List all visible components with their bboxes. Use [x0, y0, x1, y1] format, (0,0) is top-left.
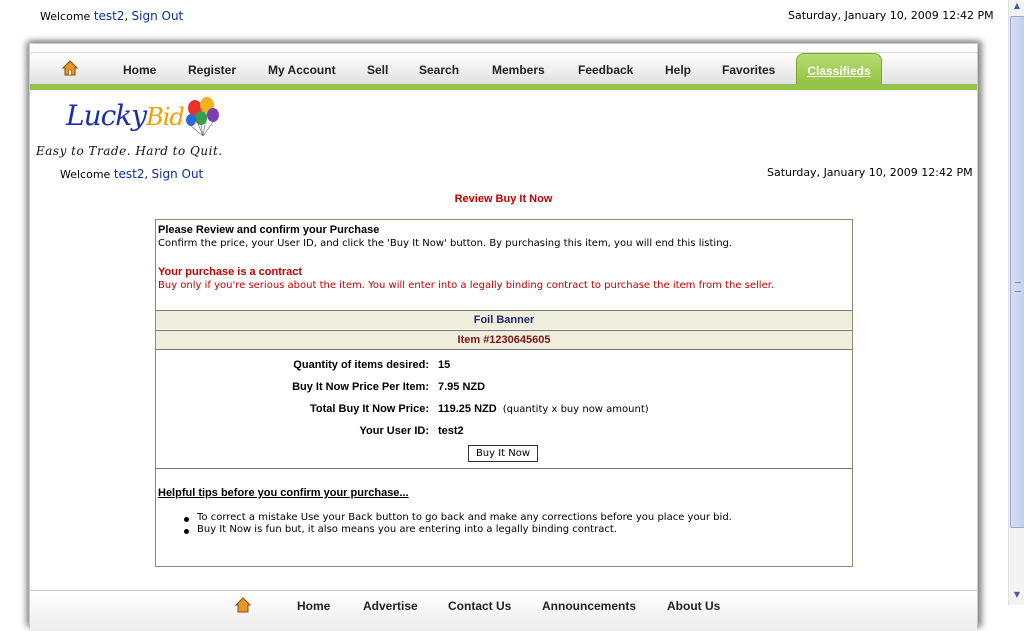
- scroll-up-icon[interactable]: ▲: [1010, 1, 1024, 15]
- tab-classifieds[interactable]: Classifieds: [796, 53, 882, 86]
- inner-username-link[interactable]: test2: [114, 167, 145, 181]
- quantity-value: 15: [438, 359, 451, 371]
- footer-home-icon[interactable]: [235, 597, 251, 613]
- total-label: Total Buy It Now Price:: [310, 403, 429, 415]
- contract-heading: Your purchase is a contract: [158, 266, 303, 278]
- nav-home[interactable]: Home: [123, 63, 156, 77]
- separator: ,: [124, 10, 129, 23]
- contract-warning: Buy only if you're serious about the ite…: [158, 280, 775, 291]
- nav-accent-bar: [30, 84, 977, 90]
- logo-word-bid: Bid: [146, 103, 185, 131]
- tagline: Easy to Trade. Hard to Quit.: [36, 144, 223, 158]
- page-frame: Home Register My Account Sell Search Mem…: [30, 44, 977, 631]
- nav-sell[interactable]: Sell: [367, 63, 388, 77]
- userid-value: test2: [438, 425, 464, 437]
- section-divider: [156, 468, 852, 469]
- userid-label: Your User ID:: [359, 425, 429, 437]
- scroll-thumb[interactable]: [1010, 16, 1024, 528]
- tab-classifieds-label: Classifieds: [807, 64, 871, 78]
- confirm-heading: Please Review and confirm your Purchase: [158, 224, 380, 236]
- inner-sign-out-link[interactable]: Sign Out: [152, 167, 204, 181]
- total-note: (quantity x buy now amount): [502, 404, 649, 415]
- total-value: 119.25 NZD: [438, 403, 497, 415]
- inner-separator: ,: [144, 168, 149, 181]
- nav-favorites[interactable]: Favorites: [722, 63, 775, 77]
- nav-search[interactable]: Search: [419, 63, 459, 77]
- vertical-scrollbar[interactable]: ▲ ▼: [1008, 0, 1024, 605]
- price-value: 7.95 NZD: [438, 381, 486, 393]
- item-title: Foil Banner: [156, 310, 852, 329]
- logo-word-lucky: Lucky: [66, 99, 147, 132]
- buy-it-now-button[interactable]: Buy It Now: [468, 445, 538, 462]
- home-icon[interactable]: [62, 60, 78, 76]
- nav-members[interactable]: Members: [492, 63, 545, 77]
- footer-about-us[interactable]: About Us: [667, 599, 720, 613]
- footer-nav: Home Advertise Contact Us Announcements …: [30, 590, 977, 631]
- scroll-down-icon[interactable]: ▼: [1010, 590, 1024, 604]
- top-bar: Welcome test2, Sign Out Saturday, Januar…: [0, 0, 1008, 32]
- balloons-icon: [186, 97, 219, 137]
- tips-heading: Helpful tips before you confirm your pur…: [158, 487, 409, 499]
- main-nav: Home Register My Account Sell Search Mem…: [30, 52, 977, 86]
- page-title: Review Buy It Now: [454, 193, 553, 205]
- site-logo[interactable]: LuckyBid: [66, 99, 185, 132]
- datetime: Saturday, January 10, 2009 12:42 PM: [788, 9, 994, 22]
- nav-feedback[interactable]: Feedback: [578, 63, 633, 77]
- nav-help[interactable]: Help: [665, 63, 691, 77]
- grip-icon: [1015, 282, 1021, 292]
- nav-my-account[interactable]: My Account: [268, 63, 336, 77]
- bullet-icon: [184, 517, 189, 522]
- total-price: 119.25 NZD (quantity x buy now amount): [438, 403, 649, 415]
- inner-welcome-prefix: Welcome: [60, 168, 111, 181]
- inner-welcome-message: Welcome test2, Sign Out: [60, 167, 203, 181]
- inner-datetime: Saturday, January 10, 2009 12:42 PM: [767, 166, 973, 179]
- welcome-message: Welcome test2, Sign Out: [40, 9, 183, 23]
- review-panel: Please Review and confirm your Purchase …: [155, 219, 853, 567]
- footer-contact-us[interactable]: Contact Us: [448, 599, 511, 613]
- item-number: Item #1230645605: [156, 330, 852, 350]
- footer-home[interactable]: Home: [297, 599, 330, 613]
- tip-item: To correct a mistake Use your Back butto…: [197, 512, 732, 523]
- welcome-prefix: Welcome: [40, 10, 91, 23]
- quantity-label: Quantity of items desired:: [293, 359, 429, 371]
- username-link[interactable]: test2: [94, 9, 125, 23]
- sign-out-link[interactable]: Sign Out: [132, 9, 184, 23]
- price-label: Buy It Now Price Per Item:: [292, 381, 429, 393]
- bullet-icon: [184, 529, 189, 534]
- nav-register[interactable]: Register: [188, 63, 236, 77]
- tip-item: Buy It Now is fun but, it also means you…: [197, 524, 617, 535]
- footer-announcements[interactable]: Announcements: [542, 599, 636, 613]
- confirm-instructions: Confirm the price, your User ID, and cli…: [158, 238, 733, 249]
- footer-advertise[interactable]: Advertise: [363, 599, 418, 613]
